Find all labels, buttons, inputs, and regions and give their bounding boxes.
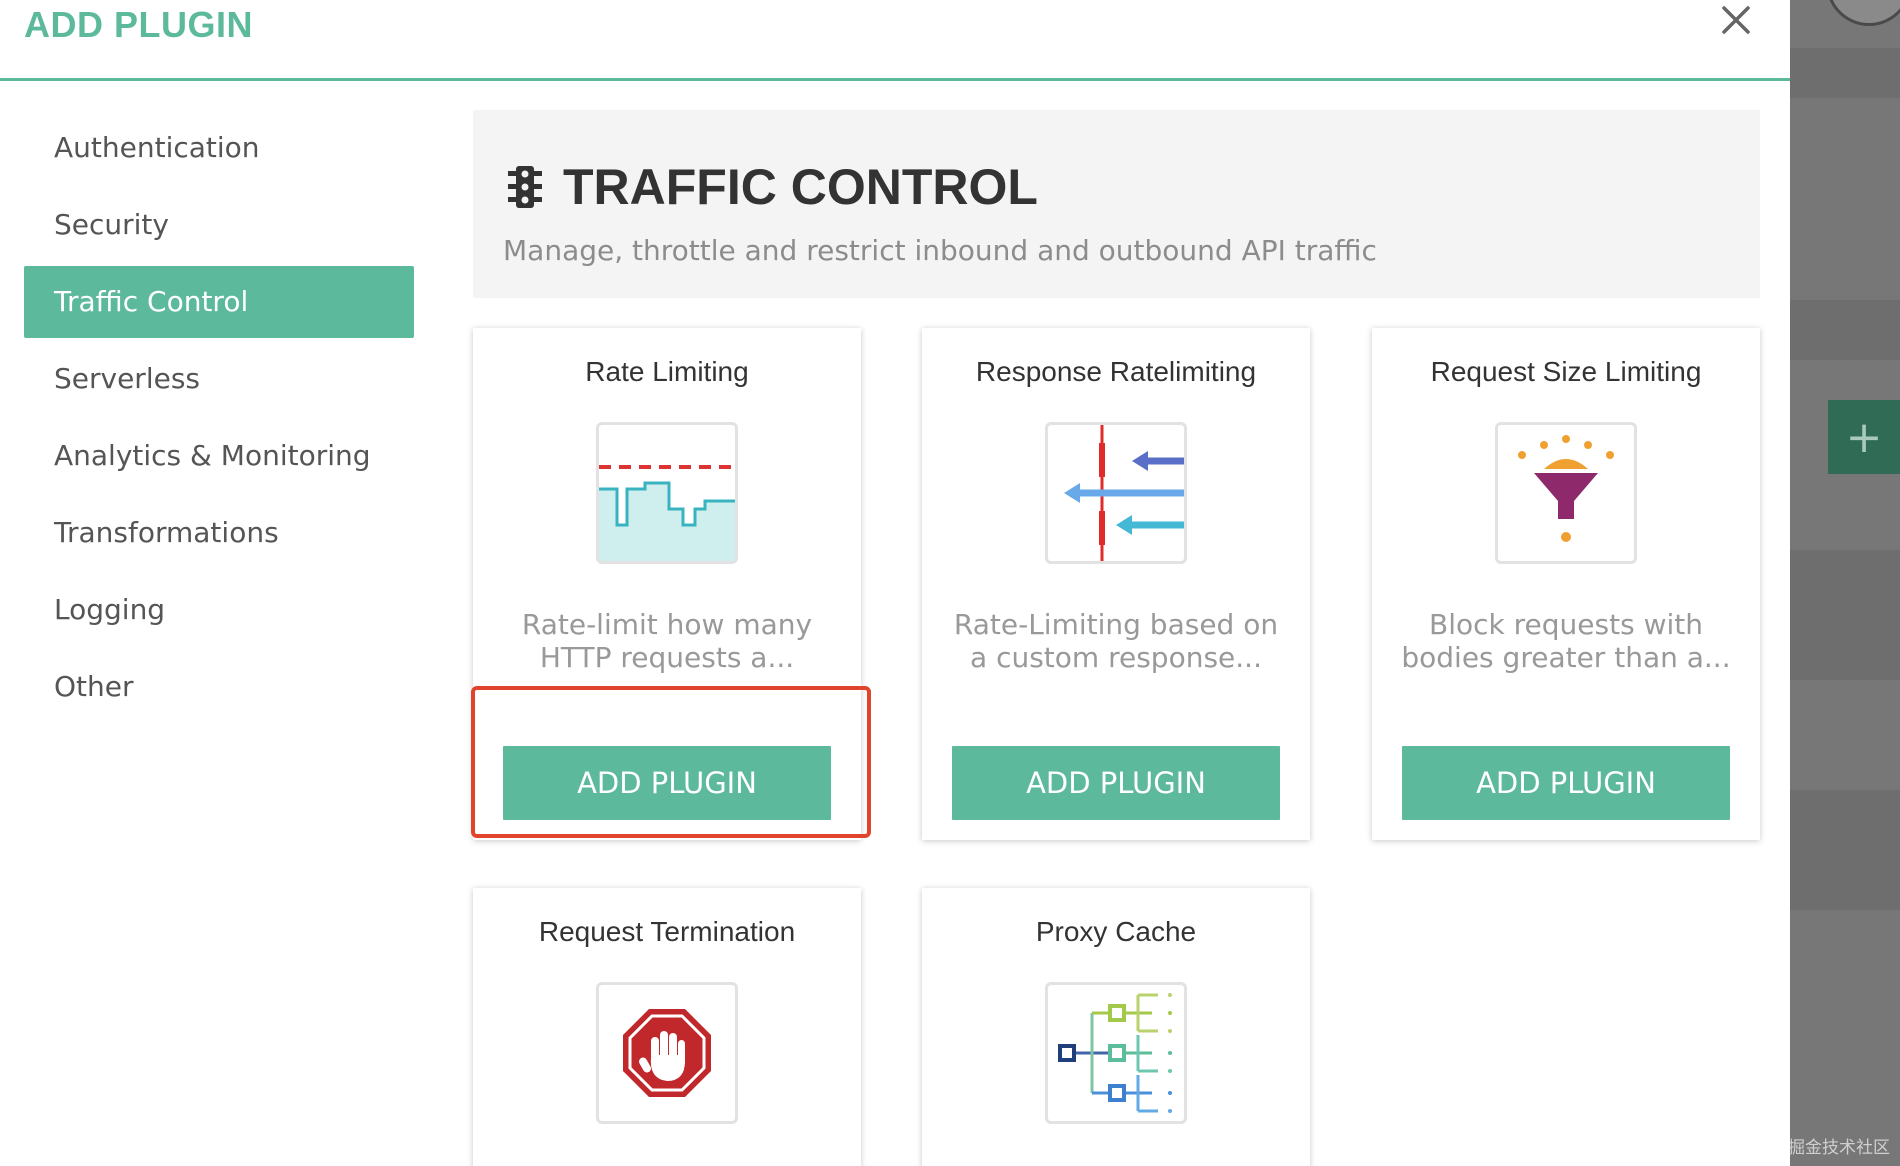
sidebar-item-logging[interactable]: Logging bbox=[24, 574, 414, 646]
backdrop-band bbox=[1790, 550, 1900, 680]
modal-title: ADD PLUGIN bbox=[24, 4, 253, 45]
sidebar-item-analytics-monitoring[interactable]: Analytics & Monitoring bbox=[24, 420, 414, 492]
backdrop-band bbox=[1790, 300, 1900, 360]
category-sidebar: Authentication Security Traffic Control … bbox=[24, 112, 414, 728]
close-button[interactable] bbox=[1718, 2, 1754, 38]
sidebar-item-other[interactable]: Other bbox=[24, 651, 414, 723]
plugin-icon-frame bbox=[596, 982, 738, 1124]
stop-hand-icon bbox=[623, 1009, 711, 1097]
add-plugin-modal: ADD PLUGIN Authentication Security Traff… bbox=[0, 0, 1790, 1166]
modal-header: ADD PLUGIN bbox=[0, 0, 1790, 81]
plugin-icon-frame bbox=[1045, 982, 1187, 1124]
cache-tree-icon bbox=[1058, 993, 1172, 1113]
sidebar-item-transformations[interactable]: Transformations bbox=[24, 497, 414, 569]
sidebar-item-security[interactable]: Security bbox=[24, 189, 414, 261]
plugin-title: Proxy Cache bbox=[1035, 916, 1197, 947]
plugin-title: Request Size Limiting bbox=[1430, 356, 1702, 387]
plugin-card-request-termination: Request Termination bbox=[473, 888, 861, 1166]
traffic-light-icon bbox=[508, 166, 542, 208]
funnel-icon bbox=[1518, 435, 1614, 542]
section-title: TRAFFIC CONTROL bbox=[563, 159, 1038, 215]
plugin-description: Block requests with bodies greater than … bbox=[1401, 608, 1731, 674]
page-backdrop bbox=[1790, 0, 1900, 1166]
sidebar-item-traffic-control[interactable]: Traffic Control bbox=[24, 266, 414, 338]
rate-limit-chart-icon bbox=[599, 465, 735, 561]
plugin-card-request-size-limiting: Request Size Limiting Block requests wit… bbox=[1372, 328, 1760, 840]
add-plugin-button[interactable]: ADD PLUGIN bbox=[952, 746, 1280, 820]
sidebar-item-serverless[interactable]: Serverless bbox=[24, 343, 414, 415]
add-plugin-button[interactable]: ADD PLUGIN bbox=[503, 746, 831, 820]
backdrop-band bbox=[1790, 48, 1900, 98]
add-plugin-button[interactable]: ADD PLUGIN bbox=[1402, 746, 1730, 820]
plugin-description: Rate-limit how many HTTP requests a... bbox=[521, 608, 813, 674]
section-heading: TRAFFIC CONTROL bbox=[507, 158, 1038, 216]
plugin-title: Request Termination bbox=[538, 916, 796, 947]
backdrop-band bbox=[1790, 790, 1900, 910]
plugin-icon-frame bbox=[1495, 422, 1637, 564]
section-banner: TRAFFIC CONTROL Manage, throttle and res… bbox=[473, 110, 1760, 298]
plugin-card-rate-limiting: Rate Limiting Rate-limit how many HTTP r… bbox=[473, 328, 861, 840]
plugin-card-response-ratelimiting: Response Ratelimiting Rate-Limiting base… bbox=[922, 328, 1310, 840]
plugin-icon-frame bbox=[1045, 422, 1187, 564]
plugin-card-proxy-cache: Proxy Cache bbox=[922, 888, 1310, 1166]
sidebar-item-authentication[interactable]: Authentication bbox=[24, 112, 414, 184]
close-icon bbox=[1722, 6, 1750, 34]
response-arrows-icon bbox=[1064, 425, 1184, 561]
section-description: Manage, throttle and restrict inbound an… bbox=[503, 234, 1377, 267]
plugin-title: Rate Limiting bbox=[585, 356, 749, 387]
plugin-title: Response Ratelimiting bbox=[975, 356, 1257, 387]
plugin-description: Rate-Limiting based on a custom response… bbox=[953, 608, 1279, 674]
plugin-icon-frame bbox=[596, 422, 738, 564]
background-add-button: + bbox=[1828, 400, 1900, 474]
